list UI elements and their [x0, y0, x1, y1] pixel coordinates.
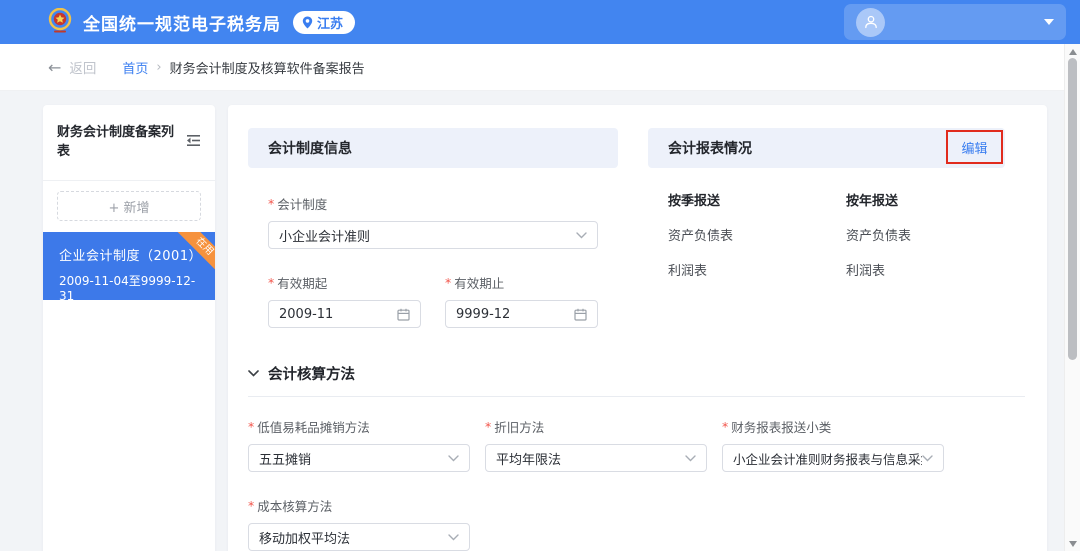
breadcrumb: ← 返回 首页 › 财务会计制度及核算软件备案报告: [0, 44, 1080, 91]
select-value: 小企业会计准则财务报表与信息采集: [733, 451, 922, 467]
calendar-icon: [574, 308, 587, 321]
select-value: 五五摊销: [259, 452, 312, 468]
tax-bureau-emblem-logo: [46, 8, 74, 36]
section-divider: [248, 396, 1025, 397]
report-item: 资产负债表: [846, 229, 912, 244]
avatar: [856, 7, 885, 37]
breadcrumb-home-link[interactable]: 首页: [122, 58, 148, 77]
breadcrumb-current: 财务会计制度及核算软件备案报告: [169, 61, 365, 77]
back-link[interactable]: 返回: [69, 57, 96, 77]
depreciation-method-select[interactable]: 平均年限法: [485, 444, 707, 472]
required-mark: *: [268, 275, 275, 290]
annual-filing-heading: 按年报送: [846, 194, 899, 209]
accounting-system-info-panel: 会计制度信息 * 会计制度 小企业会计准则 * 有效期起 2009-11 * 有…: [248, 128, 618, 328]
valid-to-date-input[interactable]: 9999-12: [445, 300, 598, 328]
required-mark: *: [722, 419, 729, 434]
add-new-button[interactable]: + 新增: [57, 191, 201, 221]
report-item: 资产负债表: [668, 229, 734, 244]
field-label: * 折旧方法: [485, 419, 545, 435]
date-value: 9999-12: [456, 306, 511, 322]
annotation-highlight-box: 编辑: [946, 130, 1003, 164]
required-mark: *: [248, 498, 255, 513]
chevron-down-icon: [576, 231, 587, 239]
date-value: 2009-11: [279, 306, 334, 322]
vertical-scrollbar[interactable]: [1064, 44, 1080, 551]
collapse-panel-icon[interactable]: [186, 134, 201, 147]
required-mark: *: [268, 196, 275, 211]
quarterly-filing-heading: 按季报送: [668, 194, 721, 209]
location-pin-icon: [302, 16, 313, 29]
back-arrow-icon[interactable]: ←: [48, 58, 61, 77]
panel-header: 会计报表情况 编辑: [648, 128, 1005, 168]
required-mark: *: [445, 275, 452, 290]
panel-title: 会计报表情况: [668, 141, 752, 157]
filing-list-sidebar: 财务会计制度备案列表 + 新增 在用 企业会计制度（2001） 2009-11-…: [43, 105, 215, 551]
field-label: * 有效期止: [445, 275, 505, 291]
calendar-icon: [397, 308, 410, 321]
sidebar-title: 财务会计制度备案列表: [57, 125, 175, 159]
select-value: 移动加权平均法: [259, 531, 351, 547]
required-mark: *: [248, 419, 255, 434]
field-label: * 财务报表报送小类: [722, 419, 832, 435]
scrollbar-thumb[interactable]: [1068, 58, 1077, 360]
sidebar-item-accounting-system-2001[interactable]: 在用 企业会计制度（2001） 2009-11-04至9999-12-31: [43, 232, 215, 300]
field-label: * 低值易耗品摊销方法: [248, 419, 370, 435]
section-title: 会计核算方法: [268, 367, 355, 383]
accounting-methods-section: 会计核算方法 * 低值易耗品摊销方法 五五摊销 * 折旧方法 平均年限法 * 财…: [248, 363, 1025, 551]
breadcrumb-separator-icon: ›: [156, 59, 162, 75]
required-mark: *: [485, 419, 492, 434]
edit-button[interactable]: 编辑: [961, 138, 987, 157]
accounting-reports-panel: 会计报表情况 编辑 按季报送 资产负债表 利润表 按年报送 资产负债表 利润表: [648, 128, 1005, 279]
field-label: * 有效期起: [268, 275, 328, 291]
location-label: 江苏: [317, 16, 344, 32]
user-menu[interactable]: [844, 4, 1066, 40]
chevron-down-icon: [922, 454, 933, 462]
amortization-method-select[interactable]: 五五摊销: [248, 444, 470, 472]
top-header: 全国统一规范电子税务局 江苏: [0, 0, 1080, 44]
app-title: 全国统一规范电子税务局: [83, 14, 281, 35]
panel-title: 会计制度信息: [268, 141, 352, 157]
scroll-up-arrow-icon[interactable]: [1069, 49, 1077, 55]
select-value: 平均年限法: [496, 452, 562, 468]
field-label: * 会计制度: [268, 196, 328, 212]
accounting-system-select[interactable]: 小企业会计准则: [268, 221, 598, 249]
chevron-down-icon: [448, 533, 459, 541]
select-value: 小企业会计准则: [279, 229, 371, 245]
section-collapse-chevron-icon[interactable]: [248, 370, 259, 377]
chevron-down-icon: [685, 454, 696, 462]
main-content-card: 会计制度信息 * 会计制度 小企业会计准则 * 有效期起 2009-11 * 有…: [228, 105, 1047, 551]
report-item: 利润表: [668, 264, 708, 279]
cost-method-select[interactable]: 移动加权平均法: [248, 523, 470, 551]
panel-header: 会计制度信息: [248, 128, 618, 168]
report-item: 利润表: [846, 264, 886, 279]
valid-from-date-input[interactable]: 2009-11: [268, 300, 421, 328]
sidebar-item-name: 企业会计制度（2001）: [59, 249, 203, 264]
scroll-down-arrow-icon[interactable]: [1069, 541, 1077, 547]
location-badge[interactable]: 江苏: [293, 10, 356, 34]
sidebar-item-date-range: 2009-11-04至9999-12-31: [59, 274, 196, 300]
chevron-down-icon: [448, 454, 459, 462]
report-subtype-select[interactable]: 小企业会计准则财务报表与信息采集: [722, 444, 944, 472]
sidebar-divider: [43, 180, 215, 181]
caret-down-icon[interactable]: [1044, 19, 1054, 25]
field-label: * 成本核算方法: [248, 498, 333, 514]
